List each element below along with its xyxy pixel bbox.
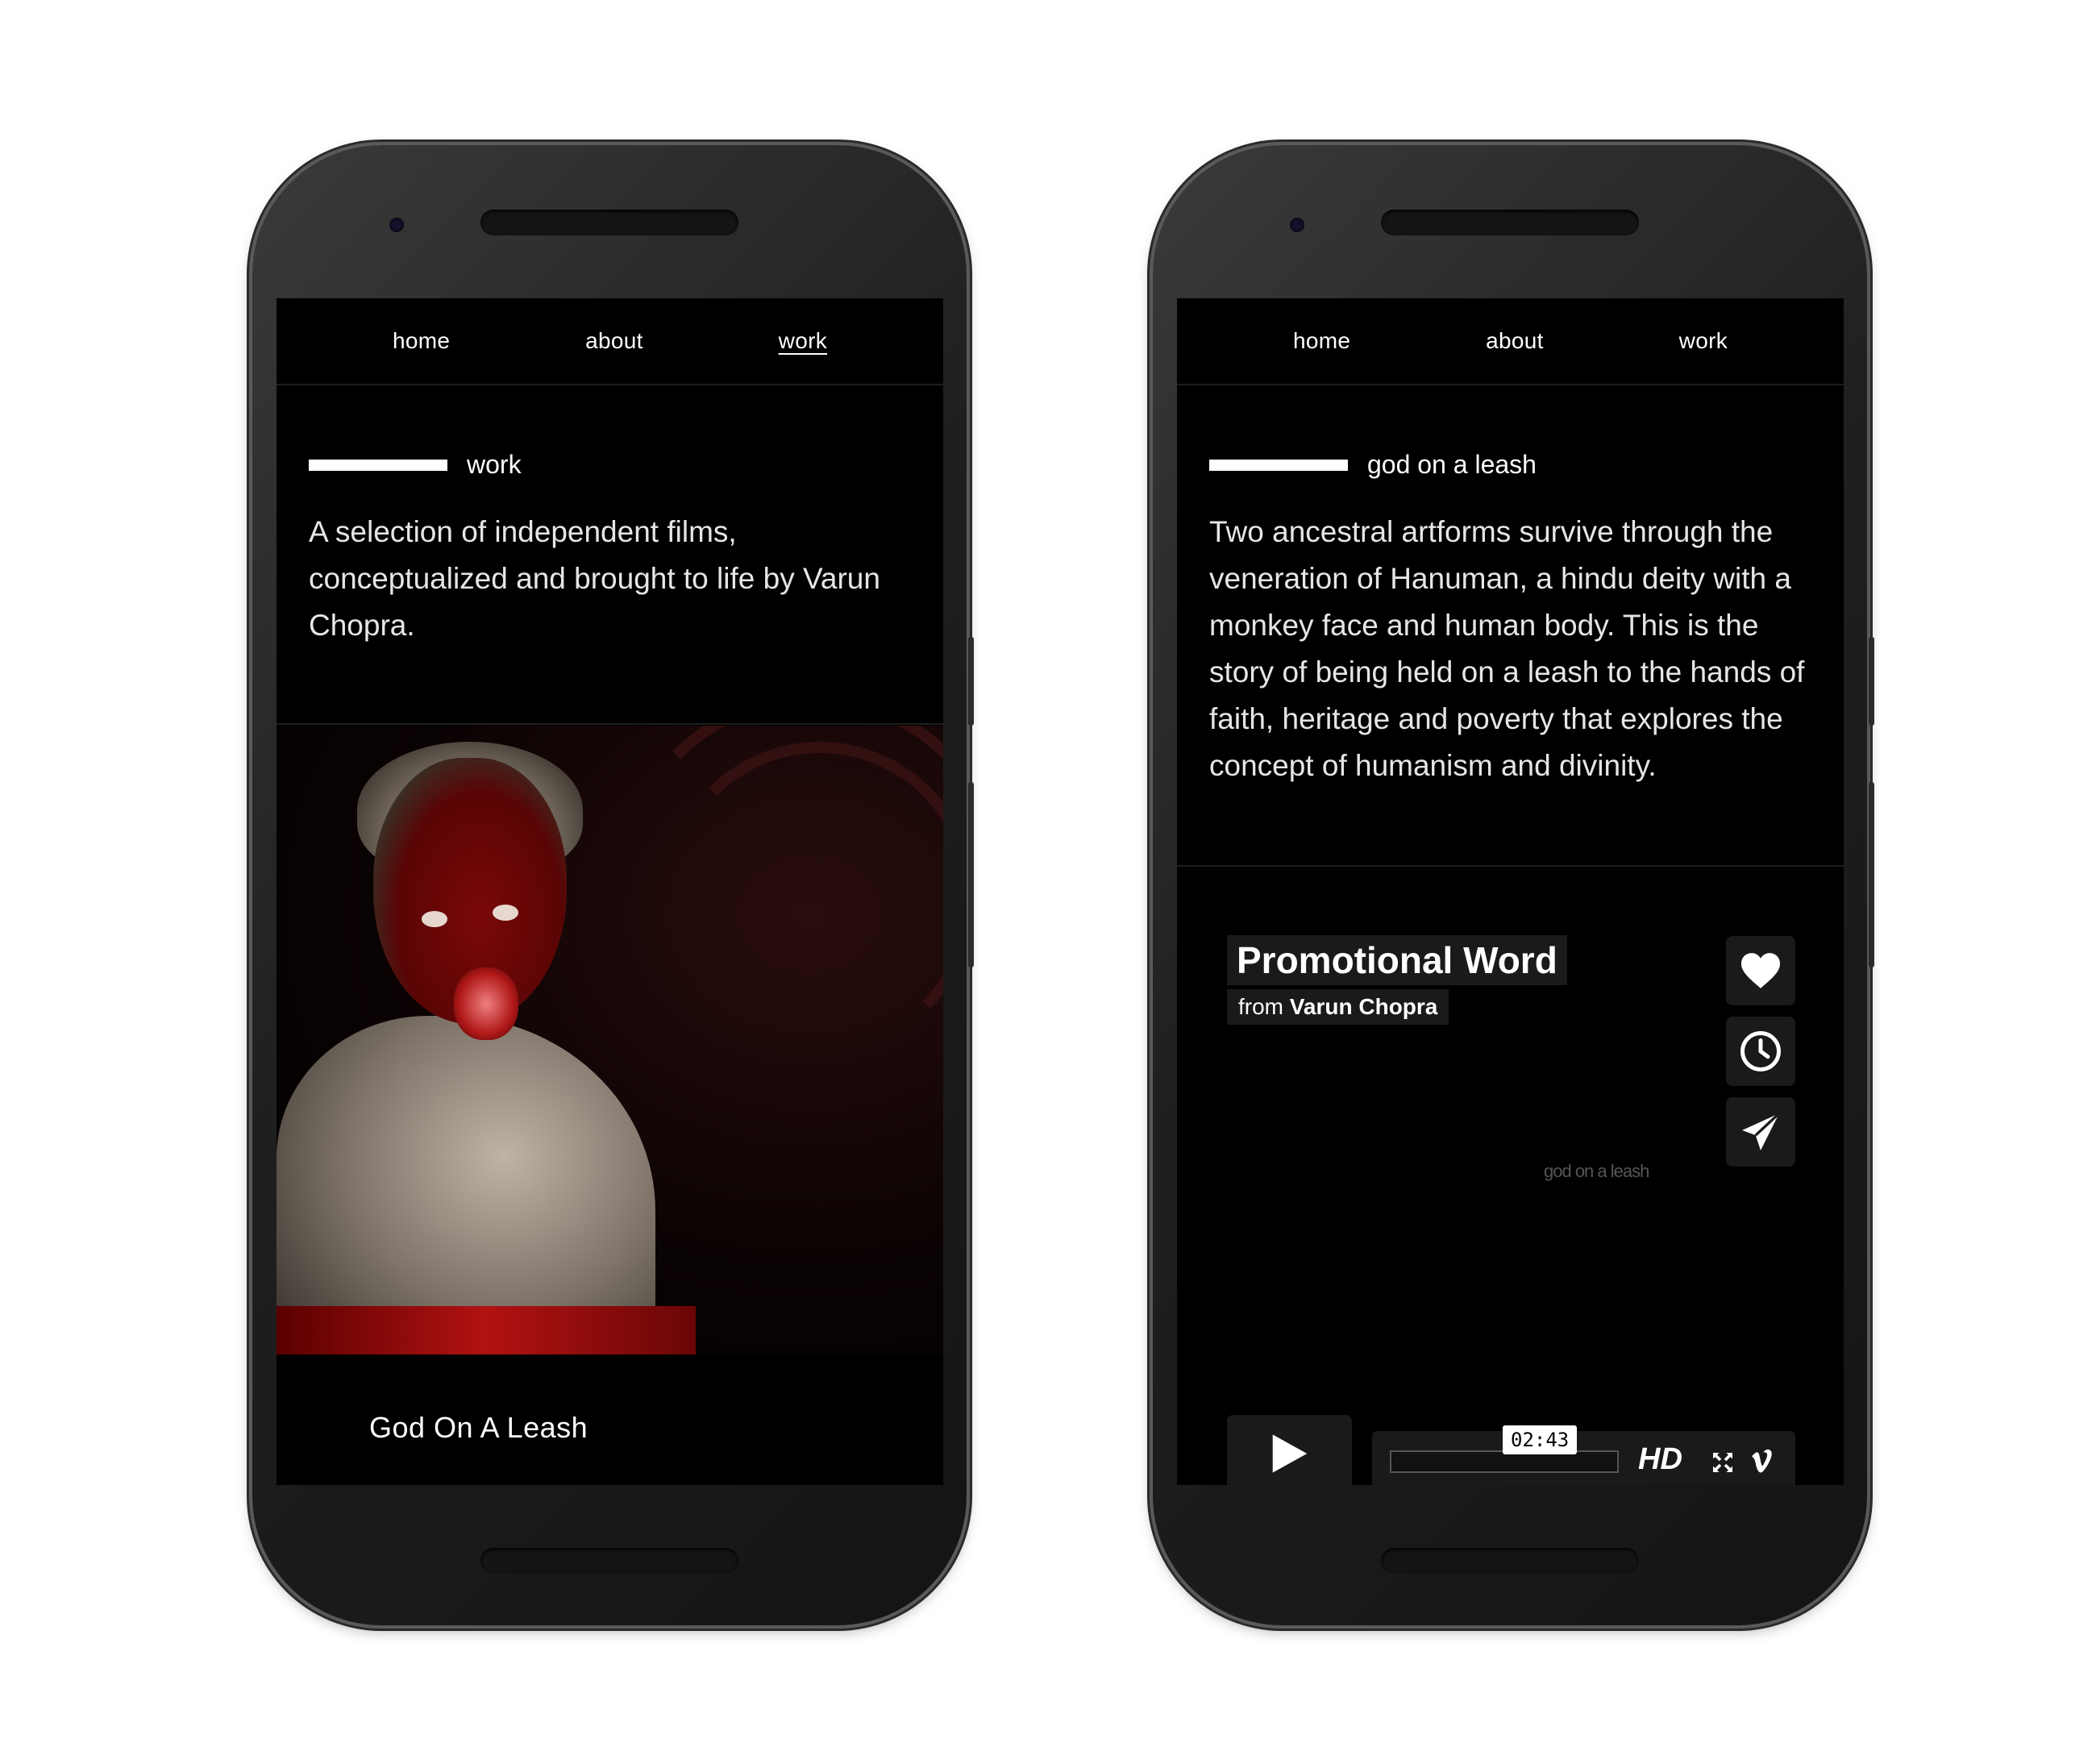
byline-prefix: from <box>1238 994 1283 1019</box>
hd-toggle[interactable]: HD <box>1638 1442 1682 1477</box>
camera-dot <box>1290 218 1304 232</box>
share-button[interactable] <box>1726 1097 1795 1167</box>
figure-red-cloth <box>277 1306 696 1354</box>
vimeo-icon[interactable] <box>1751 1449 1778 1475</box>
section-title: god on a leash <box>1367 450 1537 479</box>
video-author[interactable]: Varun Chopra <box>1290 994 1438 1019</box>
video-watermark: god on a leash <box>1544 1161 1649 1181</box>
section-description: Two ancestral artforms survive through t… <box>1209 515 1805 782</box>
section-heading: god on a leash <box>1209 450 1811 480</box>
film-thumbnail[interactable] <box>277 726 943 1354</box>
nav-about[interactable]: about <box>585 328 643 354</box>
section-title: work <box>467 450 522 479</box>
nav-home[interactable]: home <box>393 328 450 354</box>
nav-work[interactable]: work <box>1679 328 1728 354</box>
heading-bar <box>1209 459 1348 471</box>
figure-mouth <box>454 967 518 1040</box>
clock-icon <box>1740 1031 1781 1071</box>
nav-bar: home about work <box>277 298 943 385</box>
fullscreen-icon[interactable] <box>1711 1450 1735 1475</box>
video-player[interactable]: Promotional Word from Varun Chopra god o… <box>1177 867 1844 1485</box>
side-button <box>1869 637 1874 726</box>
top-speaker <box>1381 210 1639 235</box>
nav-home[interactable]: home <box>1293 328 1350 354</box>
side-button <box>1869 782 1874 967</box>
video-controls: 02:43 HD <box>1227 1415 1795 1485</box>
section-description: A selection of independent films, concep… <box>309 515 880 642</box>
time-tooltip: 02:43 <box>1503 1425 1578 1454</box>
phone-right: home about work god on a leash Two ances… <box>1153 145 1874 1625</box>
side-button <box>968 637 974 726</box>
like-button[interactable] <box>1726 936 1795 1005</box>
figure-eye <box>493 905 518 921</box>
nav-bar: home about work <box>1177 298 1844 385</box>
heart-icon <box>1741 953 1780 988</box>
heading-bar <box>309 459 447 471</box>
camera-dot <box>389 218 404 232</box>
film-section: god on a leash Two ancestral artforms su… <box>1177 385 1844 789</box>
video-byline: from Varun Chopra <box>1227 989 1449 1025</box>
bottom-speaker <box>480 1548 738 1574</box>
side-button <box>968 782 974 967</box>
screen: home about work god on a leash Two ances… <box>1177 298 1844 1485</box>
work-section: work A selection of independent films, c… <box>277 385 943 649</box>
nav-about[interactable]: about <box>1486 328 1544 354</box>
screen: home about work work A selection of inde… <box>277 298 943 1485</box>
top-speaker <box>480 210 738 235</box>
section-heading: work <box>309 450 911 480</box>
send-icon <box>1742 1112 1781 1150</box>
bottom-speaker <box>1381 1548 1639 1574</box>
nav-work[interactable]: work <box>779 328 827 354</box>
control-bar: 02:43 HD <box>1372 1425 1795 1485</box>
video-side-buttons <box>1726 936 1795 1167</box>
figure-eye <box>422 911 447 927</box>
video-title[interactable]: Promotional Word <box>1227 935 1567 985</box>
phone-left: home about work work A selection of inde… <box>252 145 974 1625</box>
play-icon <box>1272 1433 1307 1473</box>
watch-later-button[interactable] <box>1726 1017 1795 1086</box>
film-title[interactable]: God On A Leash <box>369 1411 588 1445</box>
play-button[interactable] <box>1227 1415 1352 1485</box>
divider <box>277 723 943 725</box>
